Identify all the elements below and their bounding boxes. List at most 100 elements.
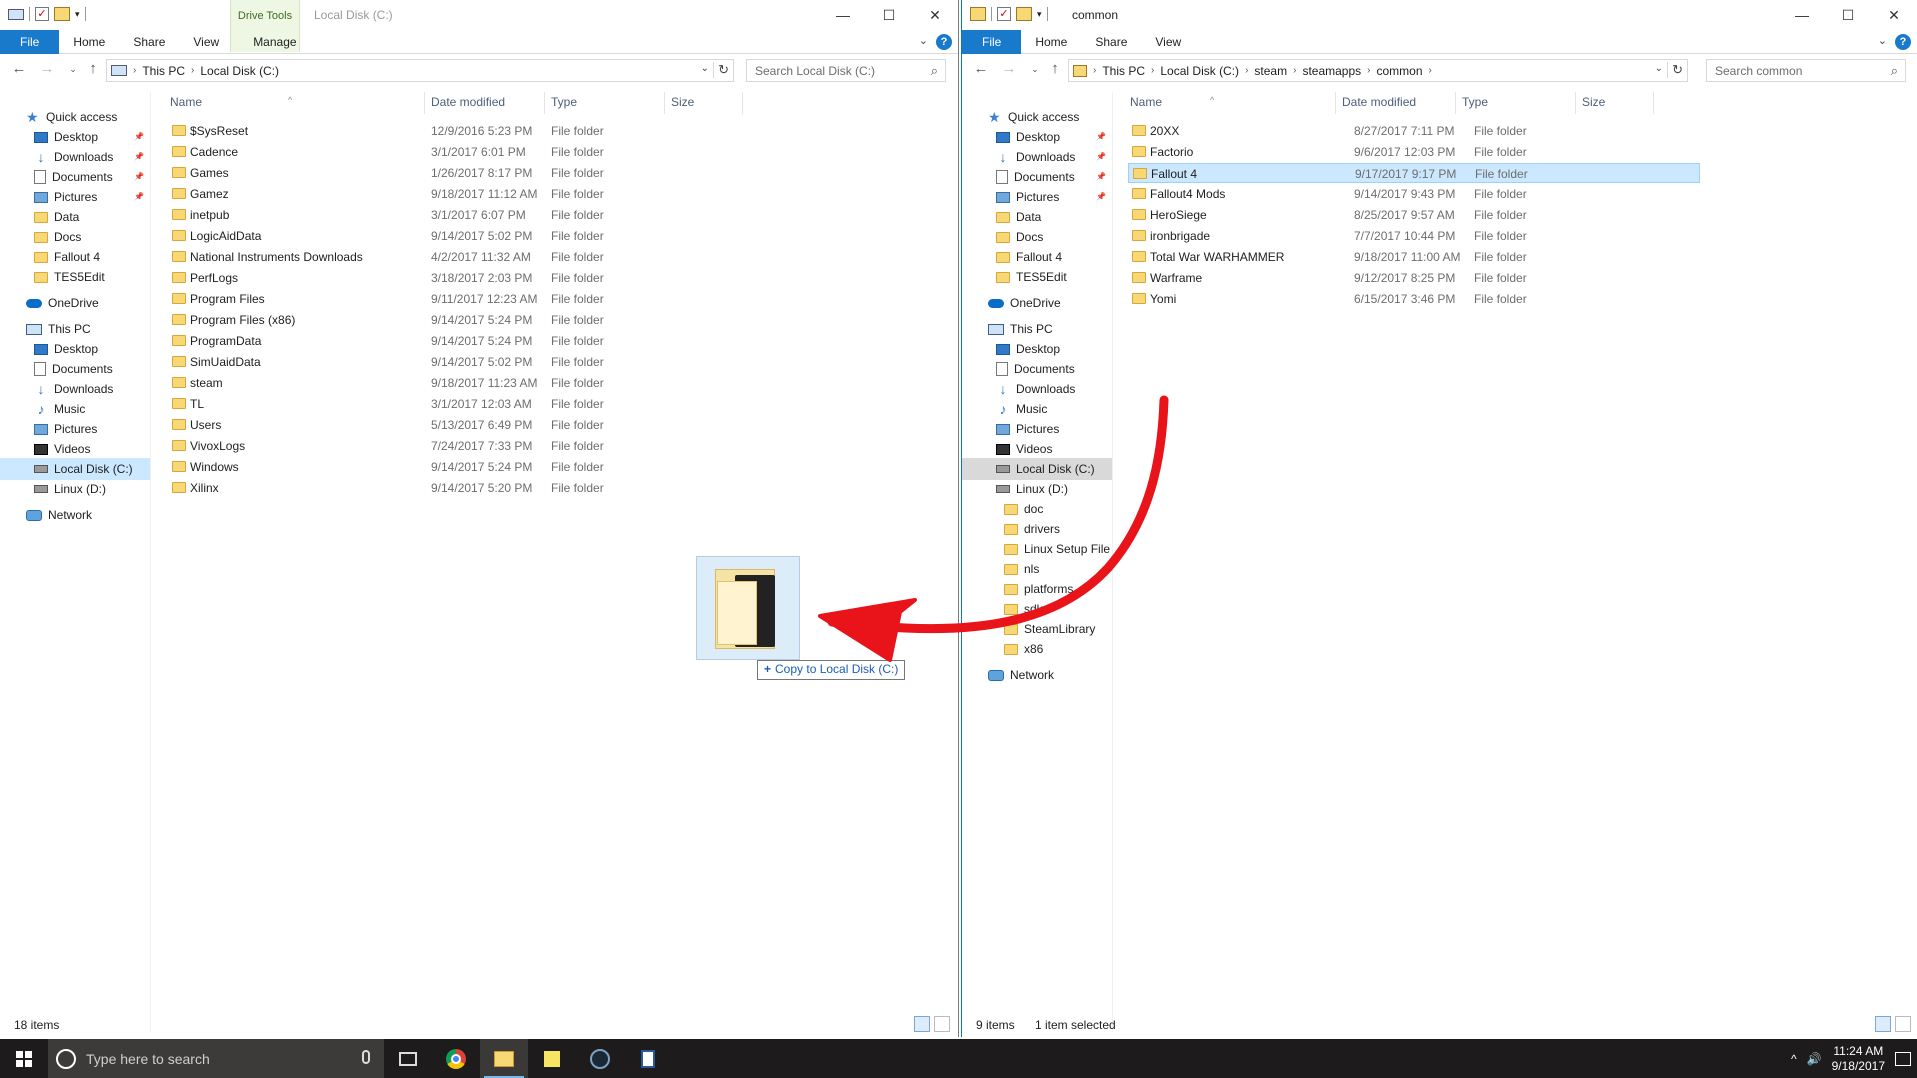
table-row[interactable]: Gamez 9/18/2017 11:12 AM File folder [168,184,728,204]
table-row[interactable]: Total War WARHAMMER 9/18/2017 11:00 AM Fil… [1128,247,1700,267]
customize-toolbar-icon[interactable]: ▾ [1037,9,1042,20]
table-row[interactable]: Yomi 6/15/2017 3:46 PM File folder [1128,289,1700,309]
title-bar[interactable]: ✓ ▾ Local Disk (C:) — ☐ ✕ [0,0,958,30]
column-separator[interactable] [1455,92,1456,114]
details-view-icon[interactable] [1875,1016,1891,1032]
pin-icon[interactable]: 📌 [134,126,144,148]
address-bar[interactable]: › This PC › Local Disk (C:) › steam › st… [1068,59,1688,82]
chevron-down-icon[interactable]: ⌄ [701,63,709,74]
nav-item-linux-d[interactable]: Linux (D:) [0,478,150,500]
nav-item-doc[interactable]: doc [962,498,1112,520]
column-separator[interactable] [424,92,425,114]
nav-item-desktop[interactable]: Desktop 📌 [962,126,1112,148]
table-row[interactable]: inetpub 3/1/2017 6:07 PM File folder [168,205,728,225]
nav-item-music[interactable]: ♪ Music [962,398,1112,420]
nav-item-videos[interactable]: Videos [962,438,1112,460]
column-type[interactable]: Type [551,95,577,109]
show-hidden-icons-icon[interactable]: ^ [1791,1052,1797,1066]
large-icons-view-icon[interactable] [934,1016,950,1032]
minimize-icon[interactable]: — [1779,0,1825,30]
customize-toolbar-icon[interactable]: ▾ [75,9,80,20]
nav-item-x86[interactable]: x86 [962,638,1112,660]
column-date-modified[interactable]: Date modified [431,95,505,109]
column-name[interactable]: Name [170,95,202,109]
nav-item-nls[interactable]: nls [962,558,1112,580]
nav-item-linux-d[interactable]: Linux (D:) [962,478,1112,500]
column-date-modified[interactable]: Date modified [1342,95,1416,109]
column-size[interactable]: Size [1582,95,1605,109]
nav-item-platforms[interactable]: platforms [962,578,1112,600]
nav-item-downloads[interactable]: ↓ Downloads 📌 [0,146,150,168]
table-row[interactable]: TL 3/1/2017 12:03 AM File folder [168,394,728,414]
breadcrumb-steam[interactable]: steam [1254,64,1287,78]
column-separator[interactable] [1653,92,1654,114]
nav-item-pictures[interactable]: Pictures 📌 [0,186,150,208]
close-icon[interactable]: ✕ [1871,0,1917,30]
tab-home[interactable]: Home [59,30,119,54]
breadcrumb-common[interactable]: common [1376,64,1422,78]
up-icon[interactable]: ↑ [1046,60,1064,77]
large-icons-view-icon[interactable] [1895,1016,1911,1032]
table-row[interactable]: Program Files (x86) 9/14/2017 5:24 PM File… [168,310,728,330]
tab-share[interactable]: Share [1081,30,1141,54]
table-row[interactable]: Warframe 9/12/2017 8:25 PM File folder [1128,268,1700,288]
search-input[interactable]: Search common ⌕ [1706,59,1906,82]
column-separator[interactable] [1335,92,1336,114]
forward-icon[interactable]: → [1000,60,1018,77]
taskbar-search-box[interactable]: Type here to search [48,1039,384,1078]
breadcrumb-this-pc[interactable]: This PC [142,64,185,78]
nav-item-documents[interactable]: Documents [0,358,150,380]
task-view-icon[interactable] [384,1039,432,1078]
nav-item-quick-access[interactable]: ★ Quick access [0,106,150,128]
table-row[interactable]: LogicAidData 9/14/2017 5:02 PM File folder [168,226,728,246]
nav-item-network[interactable]: Network [962,664,1112,686]
table-row[interactable]: Users 5/13/2017 6:49 PM File folder [168,415,728,435]
volume-icon[interactable]: 🔊 [1807,1052,1822,1066]
pin-icon[interactable]: 📌 [1096,166,1106,188]
nav-item-steamlibrary[interactable]: SteamLibrary [962,618,1112,640]
column-size[interactable]: Size [671,95,694,109]
table-row[interactable]: Cadence 3/1/2017 6:01 PM File folder [168,142,728,162]
tab-file[interactable]: File [962,29,1022,54]
breadcrumb-local-disk[interactable]: Local Disk (C:) [200,64,279,78]
sticky-notes-icon[interactable] [528,1039,576,1078]
back-icon[interactable]: ← [10,60,28,77]
action-center-icon[interactable] [1895,1051,1911,1066]
nav-item-docs[interactable]: Docs [0,226,150,248]
properties-icon[interactable]: ✓ [997,7,1011,21]
nav-item-this-pc[interactable]: This PC [962,318,1112,340]
search-input[interactable]: Search Local Disk (C:) ⌕ [746,59,946,82]
pin-icon[interactable]: 📌 [1096,186,1106,208]
table-row[interactable]: Fallout 4 9/17/2017 9:17 PM File folder [1128,163,1700,183]
table-row[interactable]: steam 9/18/2017 11:23 AM File folder [168,373,728,393]
pin-icon[interactable]: 📌 [134,146,144,168]
table-row[interactable]: ProgramData 9/14/2017 5:24 PM File folder [168,331,728,351]
pin-icon[interactable]: 📌 [1096,126,1106,148]
expand-ribbon-icon[interactable]: ⌄ [1878,34,1887,47]
minimize-icon[interactable]: — [820,0,866,30]
nav-item-desktop[interactable]: Desktop [0,338,150,360]
nav-item-pictures[interactable]: Pictures [962,418,1112,440]
chrome-icon[interactable] [432,1039,480,1078]
nav-item-pictures[interactable]: Pictures [0,418,150,440]
tab-file[interactable]: File [0,29,60,54]
chevron-down-icon[interactable]: ⌄ [1655,63,1663,74]
recent-locations-icon[interactable]: ⌄ [64,64,82,75]
breadcrumb-this-pc[interactable]: This PC [1102,64,1145,78]
maximize-icon[interactable]: ☐ [866,0,912,30]
help-icon[interactable]: ? [1895,34,1911,50]
nav-item-downloads[interactable]: ↓ Downloads 📌 [962,146,1112,168]
refresh-icon[interactable]: ↻ [713,62,729,78]
table-row[interactable]: Factorio 9/6/2017 12:03 PM File folder [1128,142,1700,162]
tab-view[interactable]: View [1141,30,1195,54]
table-row[interactable]: ironbrigade 7/7/2017 10:44 PM File folder [1128,226,1700,246]
title-bar[interactable]: ✓ ▾ common — ☐ ✕ [962,0,1917,30]
table-row[interactable]: National Instruments Downloads 4/2/2017 1… [168,247,728,267]
nav-item-local-disk-c[interactable]: Local Disk (C:) [0,458,150,480]
nav-item-tes5edit[interactable]: TES5Edit [0,266,150,288]
nav-item-videos[interactable]: Videos [0,438,150,460]
expand-ribbon-icon[interactable]: ⌄ [919,34,928,47]
details-view-icon[interactable] [914,1016,930,1032]
nav-item-documents[interactable]: Documents 📌 [962,166,1112,188]
table-row[interactable]: Windows 9/14/2017 5:24 PM File folder [168,457,728,477]
